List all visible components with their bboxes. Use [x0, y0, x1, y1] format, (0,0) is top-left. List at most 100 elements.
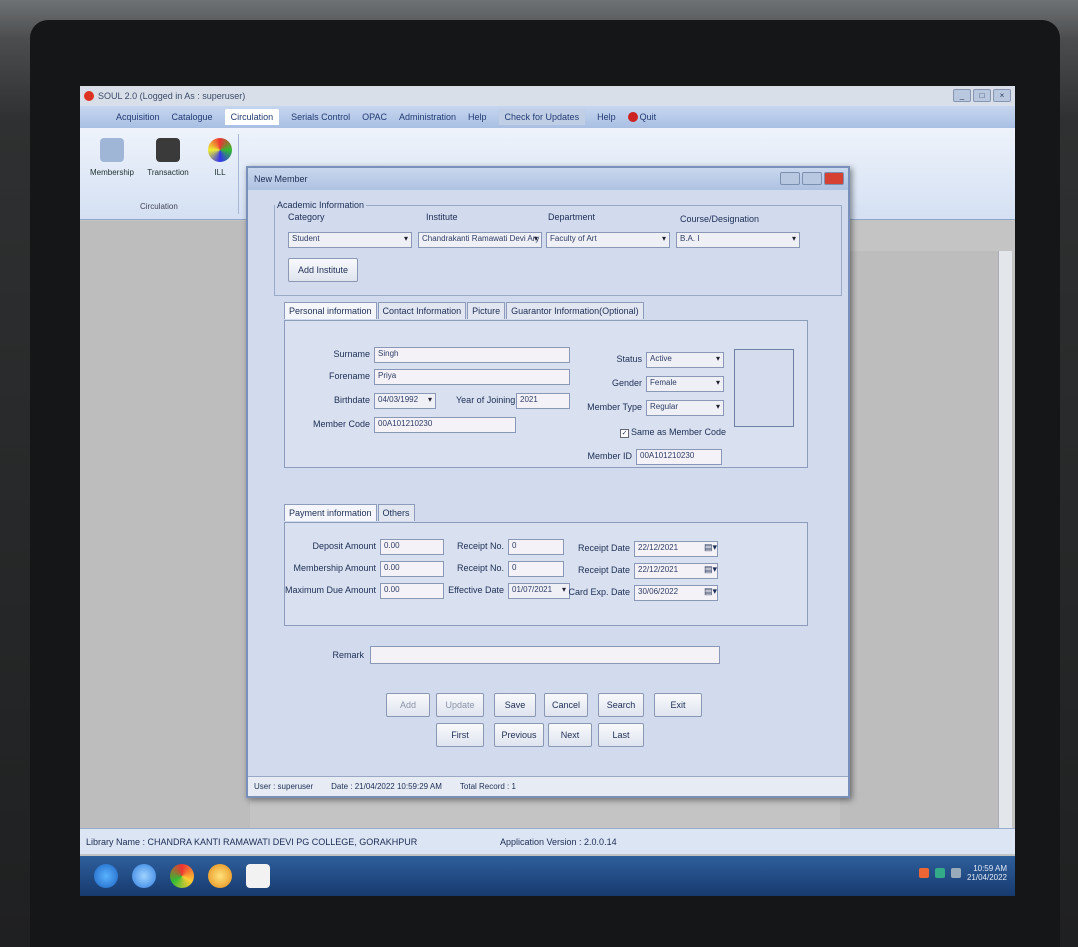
soul-app-icon[interactable]: [246, 864, 270, 888]
surname-input[interactable]: Singh: [374, 347, 570, 363]
tab-guarantor-information[interactable]: Guarantor Information(Optional): [506, 302, 644, 319]
vertical-scrollbar[interactable]: [998, 251, 1012, 851]
search-button[interactable]: Search: [598, 693, 644, 717]
dialog-close-button[interactable]: [824, 172, 844, 185]
close-button[interactable]: ×: [993, 89, 1011, 102]
receipt-no-input[interactable]: 0: [508, 539, 564, 555]
app-statusbar: Library Name : CHANDRA KANTI RAMAWATI DE…: [80, 828, 1015, 854]
quit-icon: [627, 112, 638, 122]
tab-personal-information[interactable]: Personal information: [284, 302, 377, 319]
membership-amount-label: Membership Amount: [293, 563, 376, 573]
membership-icon: [100, 138, 124, 162]
gender-value: Female: [650, 378, 677, 387]
institute-select[interactable]: Chandrakanti Ramawati Devi Ary ▾: [418, 232, 542, 248]
calendar-icon[interactable]: ▤▾: [704, 586, 717, 597]
calendar-icon[interactable]: ▤▾: [704, 542, 717, 553]
last-button[interactable]: Last: [598, 723, 644, 747]
status-date: Date : 21/04/2022 10:59:29 AM: [331, 782, 442, 791]
menu-administration[interactable]: Administration: [399, 112, 456, 122]
calendar-icon[interactable]: ▤▾: [704, 564, 717, 575]
dialog-minimize-button[interactable]: [780, 172, 800, 185]
effective-date-picker[interactable]: 01/07/2021 ▾: [508, 583, 570, 599]
help-button[interactable]: Help: [597, 112, 616, 122]
start-button-icon[interactable]: [94, 864, 118, 888]
course-label: Course/Designation: [680, 214, 760, 224]
member-id-label: Member ID: [587, 451, 632, 461]
receipt-no-2-input[interactable]: 0: [508, 561, 564, 577]
tab-others[interactable]: Others: [377, 504, 415, 521]
same-as-member-code-checkbox[interactable]: ✓ Same as Member Code: [620, 427, 726, 438]
workspace-left: [80, 221, 250, 851]
menu-circulation[interactable]: Circulation: [224, 109, 280, 125]
volume-icon[interactable]: [950, 868, 961, 878]
remark-input[interactable]: [370, 646, 720, 664]
internet-explorer-icon[interactable]: [132, 864, 156, 888]
menu-opac[interactable]: OPAC: [362, 112, 387, 122]
exit-button[interactable]: Exit: [654, 693, 702, 717]
member-type-value: Regular: [650, 402, 679, 411]
department-label: Department: [548, 212, 596, 222]
minimize-button[interactable]: _: [953, 89, 971, 102]
department-select[interactable]: Faculty of Art ▾: [546, 232, 670, 248]
menu-serials-control[interactable]: Serials Control: [291, 112, 350, 122]
ribbon-transaction-button[interactable]: Transaction: [140, 138, 196, 177]
dialog-maximize-button[interactable]: [802, 172, 822, 185]
member-type-select[interactable]: Regular ▾: [646, 400, 724, 416]
tab-picture[interactable]: Picture: [467, 302, 506, 319]
chevron-down-icon: ▾: [715, 402, 720, 411]
ribbon-ill-label: ILL: [214, 168, 226, 177]
category-select[interactable]: Student ▾: [288, 232, 412, 248]
receipt-date-2-label: Receipt Date: [577, 565, 630, 575]
chrome-icon[interactable]: [170, 864, 194, 888]
first-button[interactable]: First: [436, 723, 484, 747]
remark-label: Remark: [332, 650, 364, 660]
tab-contact-information[interactable]: Contact Information: [377, 302, 467, 319]
membership-amount-input[interactable]: 0.00: [380, 561, 444, 577]
check-updates-button[interactable]: Check for Updates: [498, 109, 586, 125]
ribbon-ill-button[interactable]: ILL: [192, 138, 248, 177]
save-button[interactable]: Save: [494, 693, 536, 717]
member-id-input[interactable]: 00A101210230: [636, 449, 722, 465]
tab-payment-information[interactable]: Payment information: [284, 504, 377, 521]
year-of-joining-input[interactable]: 2021: [516, 393, 570, 409]
workspace-right: [840, 251, 1000, 851]
personal-tabs: Personal information Contact Information…: [284, 302, 644, 319]
deposit-amount-label: Deposit Amount: [312, 541, 376, 551]
menubar: Acquisition Catalogue Circulation Serial…: [80, 106, 1015, 128]
dialog-titlebar: New Member: [248, 168, 848, 190]
cancel-button[interactable]: Cancel: [544, 693, 588, 717]
maximize-button[interactable]: □: [973, 89, 991, 102]
chevron-down-icon: ▾: [661, 234, 666, 243]
add-institute-button[interactable]: Add Institute: [288, 258, 358, 282]
course-select[interactable]: B.A. I ▾: [676, 232, 800, 248]
payment-tabs: Payment information Others: [284, 504, 415, 521]
menu-help[interactable]: Help: [468, 112, 487, 122]
deposit-amount-input[interactable]: 0.00: [380, 539, 444, 555]
tray-icon[interactable]: [918, 868, 929, 878]
media-player-icon[interactable]: [208, 864, 232, 888]
gender-select[interactable]: Female ▾: [646, 376, 724, 392]
next-button[interactable]: Next: [548, 723, 592, 747]
status-select[interactable]: Active ▾: [646, 352, 724, 368]
ribbon-membership-button[interactable]: Membership: [84, 138, 140, 177]
max-due-amount-input[interactable]: 0.00: [380, 583, 444, 599]
network-icon[interactable]: [934, 868, 945, 878]
member-photo-box[interactable]: [734, 349, 794, 427]
previous-button[interactable]: Previous: [494, 723, 544, 747]
add-button[interactable]: Add: [386, 693, 430, 717]
update-button[interactable]: Update: [436, 693, 484, 717]
member-code-input[interactable]: 00A101210230: [374, 417, 516, 433]
gender-label: Gender: [611, 378, 642, 388]
quit-label: Quit: [639, 112, 657, 122]
birthdate-picker[interactable]: 04/03/1992 ▾: [374, 393, 436, 409]
clock[interactable]: 10:59 AM 21/04/2022: [967, 864, 1007, 882]
year-of-joining-label: Year of Joining: [456, 395, 516, 405]
academic-legend: Academic Information: [277, 200, 365, 210]
forename-input[interactable]: Priya: [374, 369, 570, 385]
chevron-down-icon: ▾: [533, 234, 538, 243]
menu-acquisition[interactable]: Acquisition: [116, 112, 160, 122]
quit-button[interactable]: Quit: [627, 112, 657, 122]
system-tray: 10:59 AM 21/04/2022: [918, 864, 1007, 882]
library-name: Library Name : CHANDRA KANTI RAMAWATI DE…: [86, 836, 418, 847]
menu-catalogue[interactable]: Catalogue: [172, 112, 213, 122]
